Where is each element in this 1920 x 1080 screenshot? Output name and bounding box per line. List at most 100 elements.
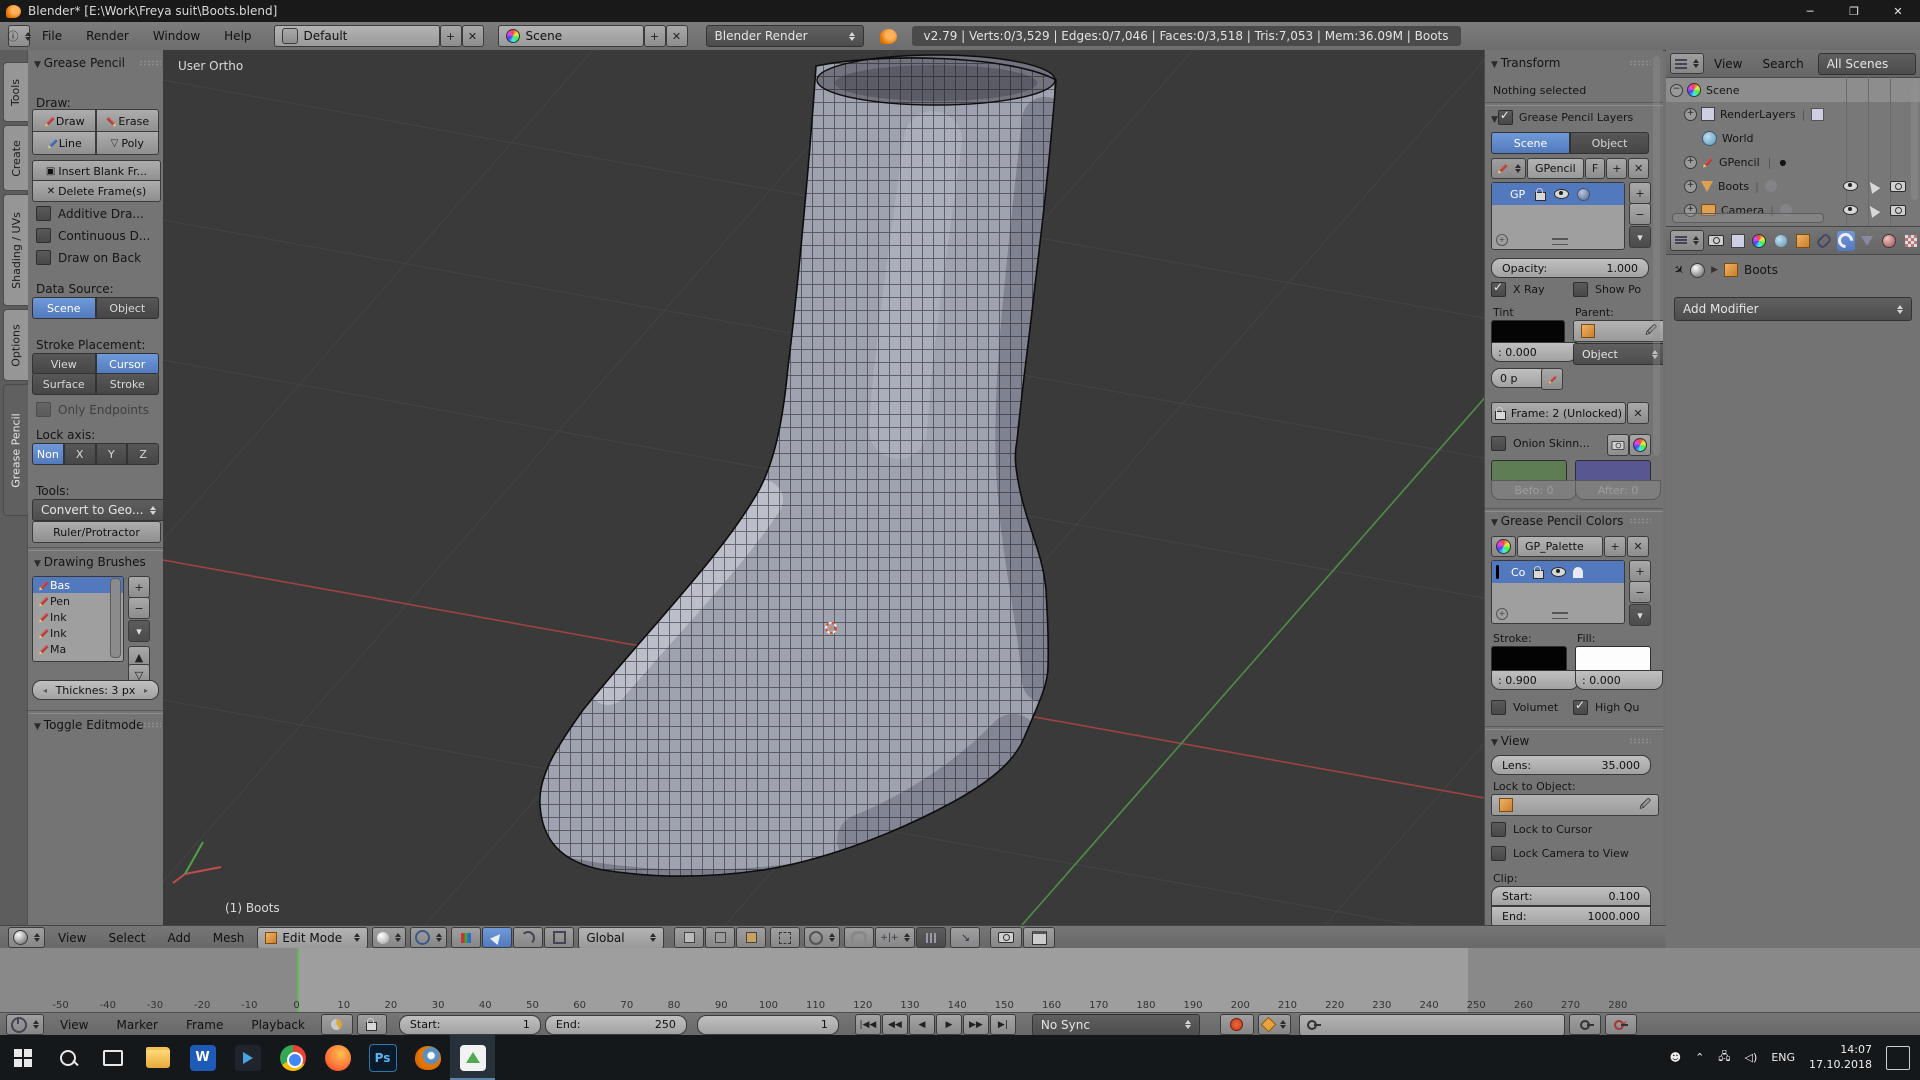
clip-start-slider[interactable]: Start:0.100 <box>1491 886 1651 906</box>
mesh-menu[interactable]: Mesh <box>204 931 254 945</box>
parent-object-field[interactable]: 🖉 <box>1573 320 1663 342</box>
remove-color-button[interactable]: − <box>1629 581 1651 603</box>
panel-grease-pencil-header[interactable]: Grease Pencil <box>34 56 125 70</box>
next-keyframe-button[interactable]: ▶▶ <box>963 1014 989 1035</box>
data-source-object[interactable]: Object <box>96 297 160 319</box>
remove-layer-button[interactable]: − <box>1629 203 1651 225</box>
tray-chevron-icon[interactable]: ⌃ <box>1695 1051 1704 1064</box>
resize-handle[interactable] <box>1552 612 1568 619</box>
start-button[interactable] <box>0 1035 45 1080</box>
word-icon[interactable]: W <box>180 1035 225 1080</box>
insert-keyframe-button[interactable] <box>1569 1014 1601 1035</box>
occlude-geometry-button[interactable] <box>770 927 800 948</box>
unlock-color-button[interactable] <box>1541 368 1563 390</box>
after-color-swatch[interactable] <box>1575 460 1651 482</box>
jump-to-start-button[interactable]: |◀◀ <box>855 1014 881 1035</box>
file-explorer-icon[interactable] <box>135 1035 180 1080</box>
onion-skinning-row[interactable]: Onion Skinn... <box>1491 436 1590 451</box>
add-list-item-icon[interactable]: + <box>1496 234 1508 246</box>
expand-icon[interactable]: + <box>1684 180 1697 193</box>
outliner-row-world[interactable]: World <box>1666 126 1920 150</box>
frame-end-field[interactable]: End:250 <box>545 1015 687 1035</box>
draw-on-back-checkbox[interactable] <box>36 250 51 265</box>
timeline-playback-menu[interactable]: Playback <box>239 1018 317 1032</box>
lens-slider[interactable]: Lens:35.000 <box>1491 755 1651 775</box>
timeline-marker-menu[interactable]: Marker <box>104 1018 169 1032</box>
tab-modifiers-icon[interactable] <box>1837 231 1856 251</box>
gp-source-scene-tab[interactable]: Scene <box>1491 132 1570 154</box>
delete-frames-button[interactable]: ✕Delete Frame(s) <box>32 180 161 202</box>
keying-set-dropdown[interactable] <box>1258 1014 1291 1035</box>
snap-toggle-button[interactable] <box>844 927 874 948</box>
continuous-checkbox[interactable] <box>36 228 51 243</box>
editor-type-outliner-icon[interactable] <box>1670 53 1704 74</box>
gpencil-name-field[interactable]: GPencil <box>1527 158 1584 179</box>
sync-dropdown[interactable]: No Sync <box>1032 1014 1200 1036</box>
active-keying-set-field[interactable] <box>1299 1014 1565 1036</box>
language-indicator[interactable]: ENG <box>1771 1051 1795 1064</box>
additive-drawing-row[interactable]: Additive Dra... <box>36 206 144 221</box>
editor-type-3dview-icon[interactable] <box>8 927 45 948</box>
high-quality-checkbox[interactable] <box>1573 700 1588 715</box>
eyedropper-icon[interactable]: 🖉 <box>1639 796 1651 815</box>
high-quality-row[interactable]: High Qu <box>1573 700 1639 715</box>
xray-row[interactable]: X Ray <box>1491 282 1545 297</box>
placement-surface[interactable]: Surface <box>32 373 96 395</box>
lock-axis-y[interactable]: Y <box>96 443 128 465</box>
photoshop-icon[interactable]: Ps <box>360 1035 405 1080</box>
lock-camera-checkbox[interactable] <box>1491 846 1506 861</box>
thickness-slider[interactable]: ◂Thicknes: 3 px▸ <box>32 680 159 700</box>
tint-factor-field[interactable]: : 0.000 <box>1491 342 1577 362</box>
gp-colors-panel-header[interactable]: Grease Pencil Colors <box>1491 514 1623 528</box>
select-menu[interactable]: Select <box>99 931 154 945</box>
prev-keyframe-button[interactable]: ◀◀ <box>882 1014 908 1035</box>
stroke-alpha-field[interactable]: : 0.900 <box>1491 670 1579 690</box>
close-button[interactable]: ✕ <box>1876 0 1920 22</box>
record-button[interactable] <box>1220 1014 1254 1035</box>
lock-icon[interactable] <box>1535 192 1546 201</box>
render-engine-selector[interactable]: Blender Render <box>706 25 864 47</box>
onion-frames-icon[interactable] <box>1607 434 1629 456</box>
brush-specials-button[interactable]: ▾ <box>128 620 150 642</box>
pin-icon[interactable]: ✈ <box>1671 261 1688 278</box>
pivot-dropdown[interactable] <box>410 927 447 948</box>
visibility-eye-icon[interactable] <box>1843 181 1858 191</box>
fill-alpha-field[interactable]: : 0.000 <box>1575 670 1663 690</box>
screen-layout-selector[interactable]: Default <box>274 25 440 47</box>
outliner-row-boots[interactable]: + Boots | <box>1666 174 1920 198</box>
frame-start-field[interactable]: Start:1 <box>399 1015 541 1035</box>
gp-layers-checkbox[interactable] <box>1498 110 1513 125</box>
continuous-drawing-row[interactable]: Continuous D... <box>36 228 150 243</box>
panel-drawing-brushes-header[interactable]: Drawing Brushes <box>34 555 146 569</box>
lock-axis-x[interactable]: X <box>64 443 96 465</box>
menu-window[interactable]: Window <box>141 29 212 43</box>
rotate-manipulator[interactable] <box>513 927 543 948</box>
outliner-row-renderlayers[interactable]: + RenderLayers | <box>1666 102 1920 126</box>
gpencil-datablock-icon[interactable] <box>1491 158 1526 179</box>
ghost-icon[interactable] <box>1573 567 1583 578</box>
lock-axis-z[interactable]: Z <box>127 443 159 465</box>
stroke-color-swatch[interactable] <box>1491 646 1567 672</box>
outliner-row-scene[interactable]: − Scene <box>1666 78 1920 102</box>
tab-create[interactable]: Create <box>3 125 28 191</box>
orientation-dropdown[interactable]: Global <box>578 927 664 949</box>
snap-element-dropdown[interactable]: +|+ <box>875 927 915 948</box>
chrome-icon[interactable] <box>270 1035 315 1080</box>
lock-object-field[interactable]: 🖉 <box>1491 794 1659 816</box>
tab-scene-icon[interactable] <box>1750 231 1769 251</box>
manipulator-toggle[interactable] <box>451 927 481 948</box>
opengl-render-button[interactable] <box>990 927 1022 948</box>
additive-checkbox[interactable] <box>36 206 51 221</box>
renderable-camera-icon[interactable] <box>1890 181 1906 192</box>
tab-texture-icon[interactable] <box>1901 231 1920 251</box>
gp-color-row[interactable]: Co <box>1492 561 1624 583</box>
lock-icon[interactable] <box>1533 570 1544 579</box>
timeline-view-menu[interactable]: View <box>48 1018 100 1032</box>
viewport-shading-dropdown[interactable] <box>372 927 406 948</box>
vertex-select-button[interactable] <box>674 927 704 948</box>
after-frames-slider[interactable]: After: 0 <box>1575 480 1661 500</box>
add-layout-button[interactable]: + <box>440 25 462 47</box>
delete-frame-button[interactable]: ✕ <box>1627 402 1649 424</box>
viewport-3d[interactable]: User Ortho (1) Boots <box>163 50 1484 925</box>
action-center-icon[interactable] <box>1886 1046 1910 1070</box>
